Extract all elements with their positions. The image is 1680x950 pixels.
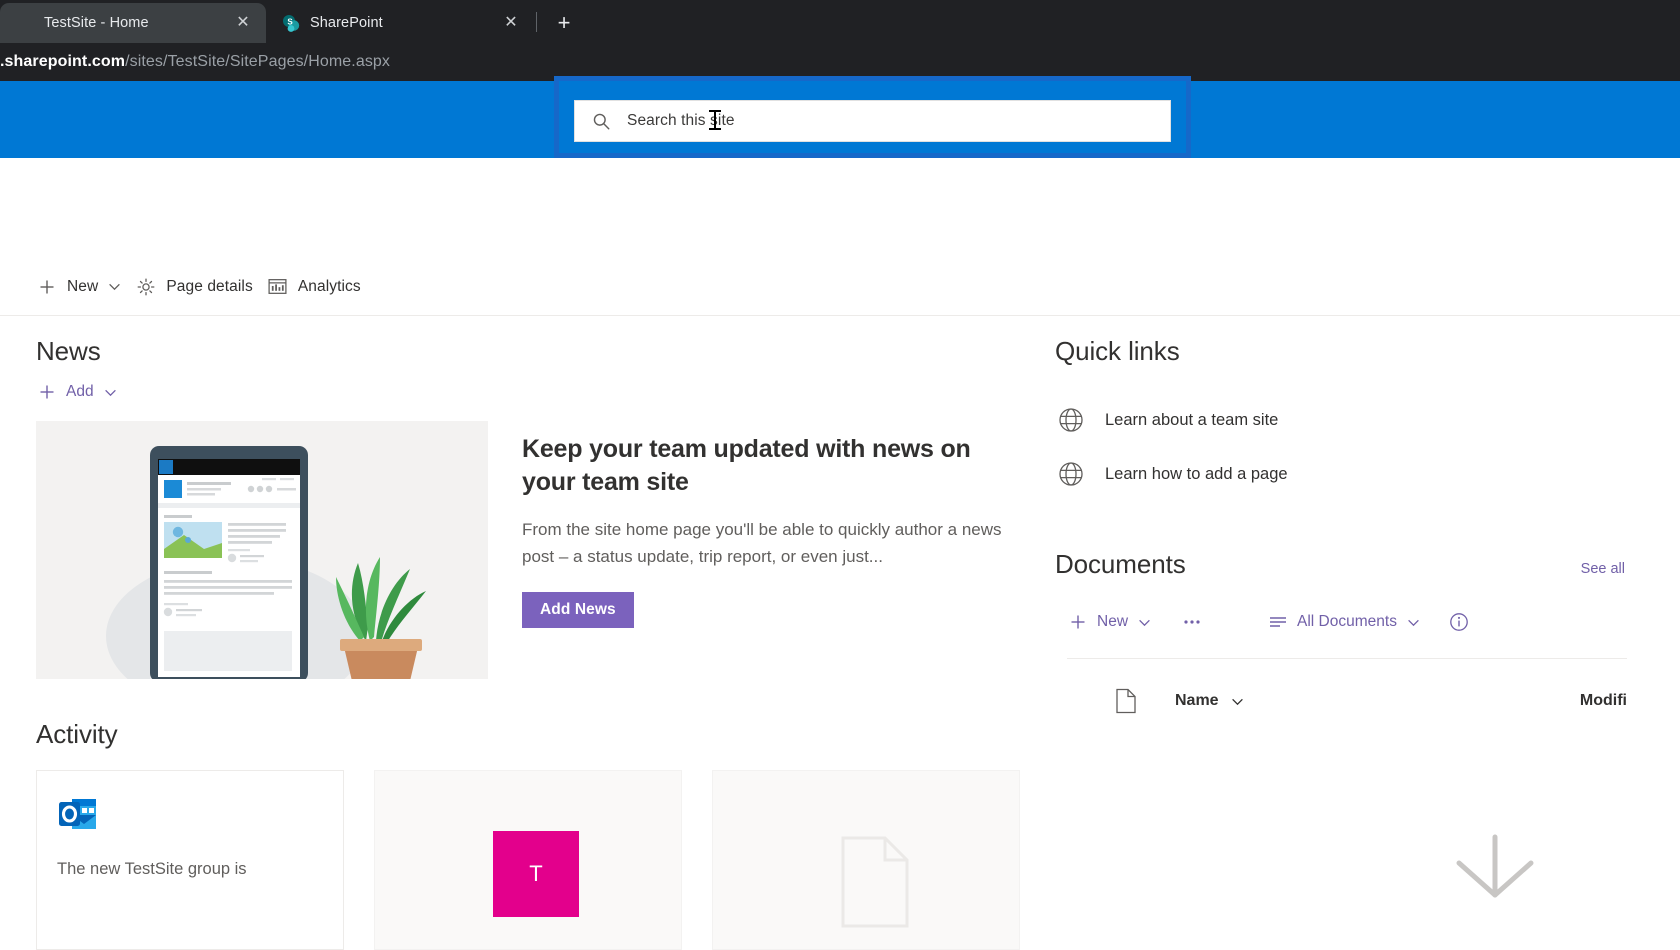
sharepoint-icon: S xyxy=(282,14,300,32)
documents-header-row: Documents See all xyxy=(1055,549,1680,580)
quick-link-label: Learn how to add a page xyxy=(1105,464,1288,483)
documents-divider xyxy=(1067,658,1627,659)
outlook-icon xyxy=(57,793,323,835)
quick-links-list: Learn about a team site Learn how to add… xyxy=(1055,393,1680,501)
news-card[interactable]: Keep your team updated with news on your… xyxy=(36,421,1046,679)
news-section-title: News xyxy=(36,336,101,366)
chevron-down-icon xyxy=(1231,695,1244,708)
plus-icon xyxy=(36,381,58,403)
page-command-bar: New Page details Analytics xyxy=(0,258,1680,316)
info-icon xyxy=(1448,611,1470,633)
chevron-down-icon xyxy=(1407,616,1420,629)
tab-divider xyxy=(536,11,537,32)
documents-view-selector[interactable]: All Documents xyxy=(1267,611,1420,633)
quick-link-item[interactable]: Learn how to add a page xyxy=(1055,447,1680,501)
activity-card-text: The new TestSite group is xyxy=(57,860,247,878)
command-analytics[interactable]: Analytics xyxy=(267,267,361,307)
documents-new-button[interactable]: New xyxy=(1067,611,1151,633)
text-cursor-bottom xyxy=(709,128,721,130)
browser-chrome: TestSite - Home ✕ S SharePoint ✕ + xyxy=(0,0,1680,43)
command-new[interactable]: New xyxy=(36,267,121,307)
documents-column-name-label: Name xyxy=(1175,692,1219,709)
activity-section-title: Activity xyxy=(36,719,118,749)
documents-empty-illustration xyxy=(1435,833,1680,923)
svg-text:S: S xyxy=(287,17,293,26)
documents-view-label: All Documents xyxy=(1297,613,1397,630)
gear-icon xyxy=(135,276,157,298)
add-news-button[interactable]: Add News xyxy=(522,592,634,629)
plus-icon xyxy=(1067,611,1089,633)
documents-column-headers: Name Modifi xyxy=(1067,679,1627,723)
quick-links-title: Quick links xyxy=(1055,336,1180,366)
documents-more-button[interactable] xyxy=(1181,611,1211,633)
file-icon xyxy=(837,835,913,929)
chevron-down-icon xyxy=(108,280,121,293)
quick-link-label: Learn about a team site xyxy=(1105,410,1279,429)
chevron-down-icon xyxy=(104,386,117,399)
documents-info-button[interactable] xyxy=(1448,611,1478,633)
tab-favicon-blank xyxy=(16,14,34,32)
documents-toolbar: New All Documents xyxy=(1055,602,1680,642)
globe-icon xyxy=(1055,404,1087,436)
globe-icon xyxy=(1055,458,1087,490)
activity-card-list: The new TestSite group is T xyxy=(36,770,1045,950)
url-host: .sharepoint.com xyxy=(0,53,126,70)
command-page-details[interactable]: Page details xyxy=(135,267,253,307)
documents-see-all-link[interactable]: See all xyxy=(1581,561,1625,577)
chevron-down-icon xyxy=(1138,616,1151,629)
browser-tabstrip: TestSite - Home ✕ S SharePoint ✕ + xyxy=(0,0,1680,43)
list-view-icon xyxy=(1267,611,1289,633)
search-icon xyxy=(591,111,611,131)
news-card-heading: Keep your team updated with news on your… xyxy=(522,435,971,496)
documents-title: Documents xyxy=(1055,549,1186,579)
quick-link-item[interactable]: Learn about a team site xyxy=(1055,393,1680,447)
activity-card-teams[interactable]: T xyxy=(374,770,682,950)
news-thumbnail-image xyxy=(36,421,488,679)
analytics-icon xyxy=(267,276,289,298)
news-add-button[interactable]: Add xyxy=(36,381,1045,403)
close-icon[interactable]: ✕ xyxy=(500,12,522,34)
page-canvas: New Page details Analytics News Add Keep… xyxy=(0,158,1680,950)
close-icon[interactable]: ✕ xyxy=(232,12,254,34)
browser-tab-testsite-home[interactable]: TestSite - Home ✕ xyxy=(0,3,266,43)
file-type-icon[interactable] xyxy=(1105,688,1147,714)
documents-column-modified[interactable]: Modifi xyxy=(1580,692,1627,710)
main-column: News Add Keep your team updated with new… xyxy=(0,316,1045,950)
news-card-description: From the site home page you'll be able t… xyxy=(522,520,1002,567)
ellipsis-icon xyxy=(1181,611,1203,633)
tab-title: SharePoint xyxy=(310,15,383,31)
new-tab-button[interactable]: + xyxy=(547,6,581,40)
documents-webpart: Documents See all New All Documents Name… xyxy=(1055,549,1680,923)
command-analytics-label: Analytics xyxy=(297,277,361,295)
news-card-body: Keep your team updated with news on your… xyxy=(488,421,1008,679)
search-input[interactable]: Search this site xyxy=(574,100,1171,142)
activity-card-outlook[interactable]: The new TestSite group is xyxy=(36,770,344,950)
side-column: Quick links Learn about a team site Lear… xyxy=(1045,316,1680,950)
plus-icon xyxy=(36,276,58,298)
news-add-label: Add xyxy=(66,383,94,400)
tab-title: TestSite - Home xyxy=(44,15,149,31)
command-page-details-label: Page details xyxy=(166,277,253,295)
command-new-label: New xyxy=(67,277,99,295)
browser-tab-sharepoint[interactable]: S SharePoint ✕ xyxy=(266,3,534,43)
activity-card-file[interactable] xyxy=(712,770,1020,950)
page-content: News Add Keep your team updated with new… xyxy=(0,316,1680,950)
documents-column-name[interactable]: Name xyxy=(1175,692,1244,710)
url-path: /sites/TestSite/SitePages/Home.aspx xyxy=(125,53,391,70)
url-text: .sharepoint.com/sites/TestSite/SitePages… xyxy=(0,53,390,71)
documents-new-label: New xyxy=(1097,613,1129,630)
activity-tile-letter: T xyxy=(493,831,579,917)
